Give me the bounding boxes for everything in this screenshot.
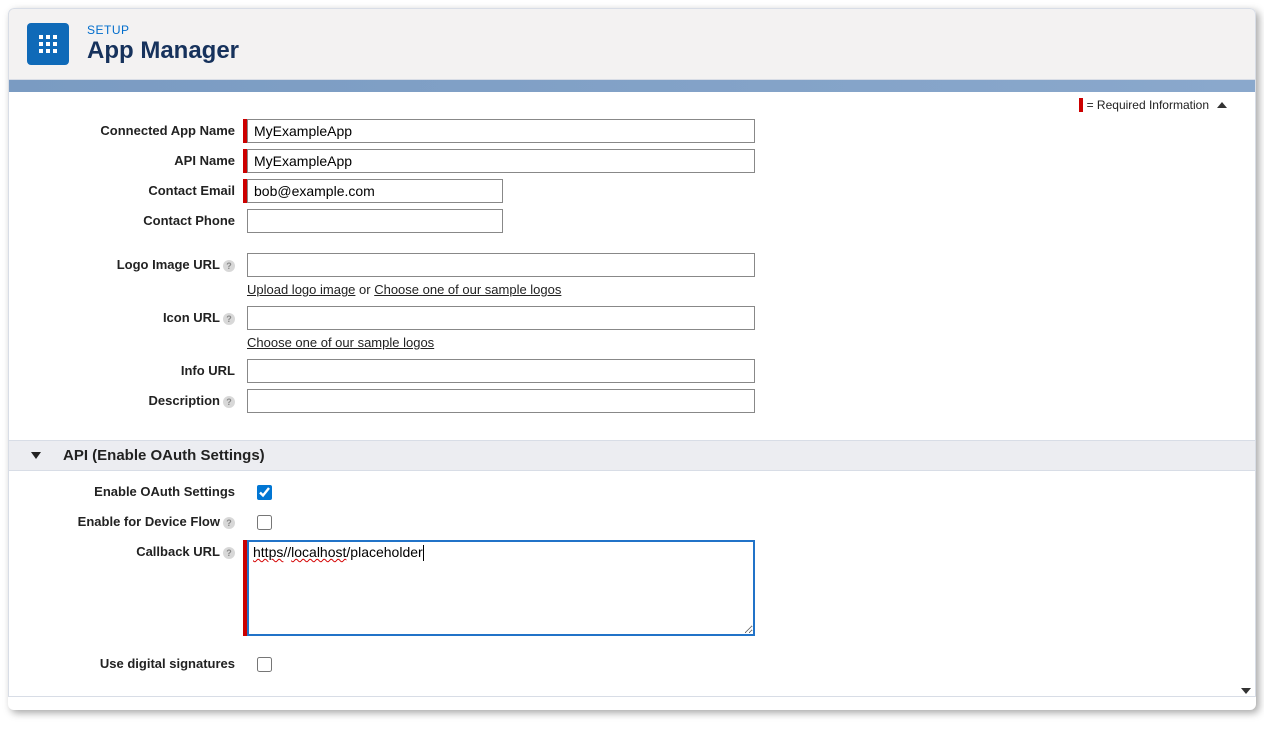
icon-links-row: Choose one of our sample logos [247,335,1255,350]
enable-oauth-checkbox[interactable] [257,485,272,500]
use-digital-signatures-label: Use digital signatures [9,652,243,671]
help-icon[interactable]: ? [223,547,235,559]
description-label: Description [148,393,220,408]
help-icon[interactable]: ? [223,517,235,529]
help-icon[interactable]: ? [223,396,235,408]
logo-image-url-input[interactable] [247,253,755,277]
choose-sample-logo-link[interactable]: Choose one of our sample logos [374,282,561,297]
setup-label: SETUP [87,23,239,37]
choose-sample-icon-link[interactable]: Choose one of our sample logos [247,335,434,350]
apps-grid-icon [27,23,69,65]
api-section-title: API (Enable OAuth Settings) [63,447,265,464]
enable-device-flow-checkbox[interactable] [257,515,272,530]
app-manager-panel: SETUP App Manager = Required Information… [8,8,1256,710]
api-section-header: API (Enable OAuth Settings) [9,440,1255,471]
icon-url-label: Icon URL [163,310,220,325]
info-url-input[interactable] [247,359,755,383]
use-digital-signatures-checkbox[interactable] [257,657,272,672]
upload-logo-link[interactable]: Upload logo image [247,282,355,297]
connected-app-name-input[interactable] [247,119,755,143]
collapse-up-icon[interactable] [1217,102,1227,108]
header-bar: SETUP App Manager [8,8,1256,80]
logo-links-row: Upload logo image or Choose one of our s… [247,282,1255,297]
required-info-text: = Required Information [1087,98,1209,112]
page-title: App Manager [87,37,239,65]
api-name-input[interactable] [247,149,755,173]
help-icon[interactable]: ? [223,260,235,272]
required-marker-icon [1079,98,1083,112]
scroll-down-icon[interactable] [1241,688,1251,694]
contact-phone-label: Contact Phone [9,209,243,228]
required-info-legend: = Required Information [9,92,1255,116]
form-scroll[interactable]: = Required Information Connected App Nam… [9,92,1255,696]
enable-oauth-label: Enable OAuth Settings [9,480,243,499]
callback-url-textarea[interactable] [247,540,755,636]
enable-device-flow-label: Enable for Device Flow [78,514,220,529]
or-text: or [355,282,374,297]
description-input[interactable] [247,389,755,413]
contact-phone-input[interactable] [247,209,503,233]
info-url-label: Info URL [9,359,243,378]
section-toggle-icon[interactable] [31,452,41,459]
icon-url-input[interactable] [247,306,755,330]
logo-image-url-label: Logo Image URL [117,257,220,272]
api-name-label: API Name [9,149,243,168]
contact-email-label: Contact Email [9,179,243,198]
content-area: = Required Information Connected App Nam… [8,92,1256,697]
contact-email-input[interactable] [247,179,503,203]
callback-url-label: Callback URL [136,544,220,559]
banner-strip [8,80,1256,92]
help-icon[interactable]: ? [223,313,235,325]
connected-app-name-label: Connected App Name [9,119,243,138]
